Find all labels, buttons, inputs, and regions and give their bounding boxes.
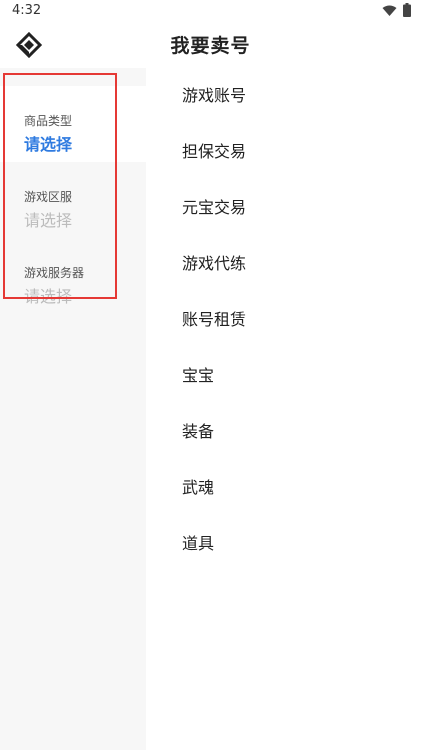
battery-icon: [403, 2, 411, 21]
status-bar: 4:32: [0, 0, 421, 22]
option-item[interactable]: 宝宝: [182, 356, 402, 396]
option-item[interactable]: 游戏账号: [182, 76, 402, 116]
wifi-icon: [382, 2, 397, 21]
filter-label: 游戏区服: [24, 190, 73, 204]
filter-label: 游戏服务器: [24, 266, 85, 280]
filter-item-game-server[interactable]: 游戏服务器 请选择: [0, 238, 146, 314]
filter-item-game-region[interactable]: 游戏区服 请选择: [0, 162, 146, 238]
filter-value: 请选择: [24, 135, 73, 154]
page-title: 我要卖号: [170, 35, 251, 57]
option-list: 游戏账号 担保交易 元宝交易 游戏代练 账号租赁 宝宝 装备 武魂 道具: [146, 68, 421, 750]
status-icons: [382, 2, 411, 21]
app-bar: 我要卖号: [0, 22, 421, 68]
status-time: 4:32: [12, 3, 42, 18]
filter-value: 请选择: [24, 211, 73, 230]
option-item[interactable]: 游戏代练: [182, 244, 402, 284]
filter-label: 商品类型: [24, 114, 73, 128]
option-item[interactable]: 武魂: [182, 468, 402, 508]
option-item[interactable]: 账号租赁: [182, 300, 402, 340]
filter-item-product-type[interactable]: 商品类型 请选择: [0, 86, 146, 162]
option-item[interactable]: 道具: [182, 524, 402, 564]
option-item[interactable]: 装备: [182, 412, 402, 452]
option-item[interactable]: 元宝交易: [182, 188, 402, 228]
filter-value: 请选择: [24, 287, 73, 306]
filter-panel: 商品类型 请选择 游戏区服 请选择 游戏服务器 请选择: [0, 68, 146, 750]
option-item[interactable]: 担保交易: [182, 132, 402, 172]
